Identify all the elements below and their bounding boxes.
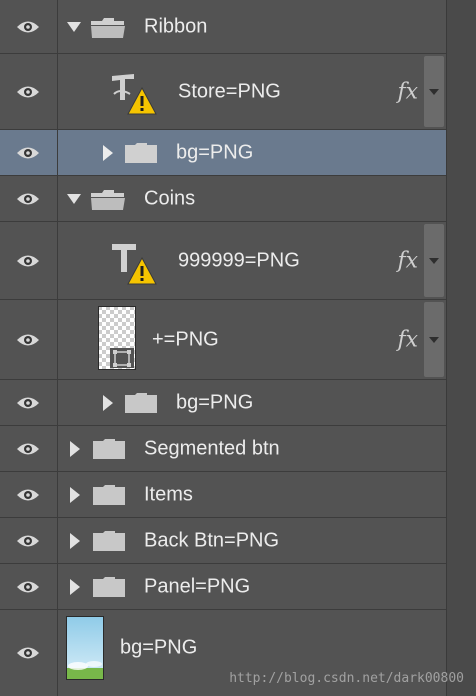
eye-icon [17,255,39,266]
eye-icon [17,193,39,204]
folder-open-icon [91,17,125,38]
expand-arrow-down-icon[interactable] [67,21,81,32]
visibility-toggle[interactable] [0,472,58,517]
watermark: http://blog.csdn.net/dark00800 [229,671,464,686]
visibility-toggle[interactable] [0,518,58,563]
layer-name[interactable]: Segmented btn [144,437,280,460]
visibility-toggle[interactable] [0,300,58,379]
layer-row-back-btn[interactable]: Back Btn=PNG [0,518,446,564]
visibility-toggle[interactable] [0,0,58,53]
layers-panel: Ribbon Store=PNG fx bg=PNG Coins 999999=… [0,0,476,696]
folder-icon [93,530,125,551]
expand-arrow-right-icon[interactable] [70,486,80,503]
eye-icon [17,397,39,408]
eye-icon [17,581,39,592]
effects-dropdown-button[interactable] [424,56,444,127]
eye-icon [17,86,39,97]
layer-name[interactable]: Coins [144,187,195,210]
visibility-toggle[interactable] [0,222,58,299]
layer-name[interactable]: Back Btn=PNG [144,529,279,552]
folder-open-icon [91,189,125,210]
layer-name[interactable]: Store=PNG [178,80,281,103]
effects-dropdown-button[interactable] [424,224,444,297]
layer-row-segmented-btn[interactable]: Segmented btn [0,426,446,472]
eye-icon [17,443,39,454]
layer-name[interactable]: bg=PNG [176,141,253,164]
layer-name[interactable]: Ribbon [144,15,207,38]
folder-icon [93,576,125,597]
eye-icon [17,21,39,32]
expand-arrow-right-icon[interactable] [70,578,80,595]
layer-row-bg[interactable]: bg=PNG [0,380,446,426]
sky-thumbnail-icon [66,616,104,680]
eye-icon [17,147,39,158]
transparent-thumbnail-icon [98,306,136,370]
layer-row-bg-selected[interactable]: bg=PNG [0,130,446,176]
layer-name[interactable]: bg=PNG [120,637,197,660]
visibility-toggle[interactable] [0,130,58,175]
visibility-toggle[interactable] [0,564,58,609]
layer-row-items[interactable]: Items [0,472,446,518]
expand-arrow-right-icon[interactable] [70,440,80,457]
eye-icon [17,489,39,500]
scrollbar[interactable] [446,0,476,696]
layer-name[interactable]: Panel=PNG [144,575,250,598]
eye-icon [17,334,39,345]
layer-name[interactable]: Items [144,483,193,506]
layer-name[interactable]: bg=PNG [176,391,253,414]
layer-name[interactable]: +=PNG [152,328,219,351]
expand-arrow-right-icon[interactable] [103,394,113,411]
visibility-toggle[interactable] [0,380,58,425]
eye-icon [17,647,39,659]
layer-row-plus[interactable]: +=PNG fx [0,300,446,380]
fx-icon[interactable]: fx [397,327,418,352]
expand-arrow-right-icon[interactable] [70,532,80,549]
folder-icon [93,484,125,505]
layer-row-999999[interactable]: 999999=PNG fx [0,222,446,300]
folder-icon [93,438,125,459]
visibility-toggle[interactable] [0,610,58,696]
layer-row-coins[interactable]: Coins [0,176,446,222]
layer-name[interactable]: 999999=PNG [178,249,300,272]
fx-icon[interactable]: fx [397,79,418,104]
fx-icon[interactable]: fx [397,248,418,273]
expand-arrow-right-icon[interactable] [103,144,113,161]
folder-icon [125,392,157,413]
layer-row-panel[interactable]: Panel=PNG [0,564,446,610]
folder-icon [125,142,157,163]
text-layer-warning-icon [112,74,157,115]
visibility-toggle[interactable] [0,176,58,221]
eye-icon [17,535,39,546]
effects-dropdown-button[interactable] [424,302,444,377]
text-layer-warning-icon [112,244,157,285]
visibility-toggle[interactable] [0,426,58,471]
layer-row-ribbon[interactable]: Ribbon [0,0,446,54]
visibility-toggle[interactable] [0,54,58,129]
layer-row-store[interactable]: Store=PNG fx [0,54,446,130]
expand-arrow-down-icon[interactable] [67,193,81,204]
